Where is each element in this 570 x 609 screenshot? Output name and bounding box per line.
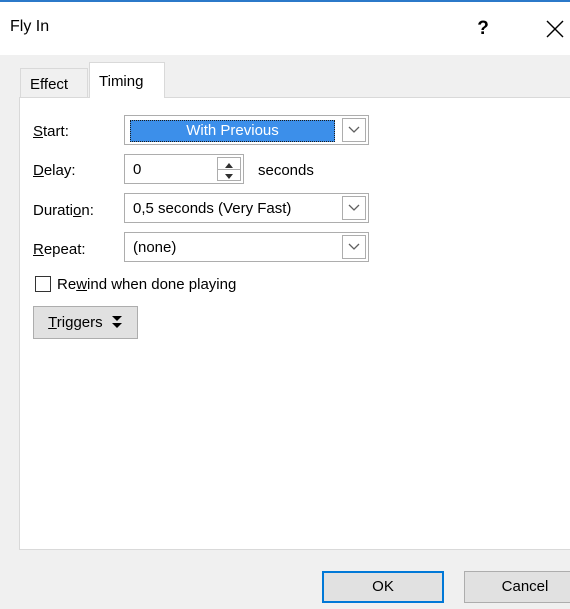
triggers-button[interactable]: Triggers (33, 306, 138, 339)
rewind-label[interactable]: Rewind when done playing (57, 276, 236, 293)
start-label-rest: tart: (43, 123, 69, 140)
delay-decrement-button[interactable] (218, 169, 240, 180)
repeat-combo[interactable]: (none) (124, 232, 369, 262)
delay-spinbox[interactable]: 0 (124, 154, 244, 184)
cancel-button[interactable]: Cancel (464, 571, 570, 603)
delay-value: 0 (133, 161, 142, 178)
duration-combo[interactable]: 0,5 seconds (Very Fast) (124, 193, 369, 223)
delay-stepper[interactable] (217, 157, 241, 181)
repeat-dropdown-button[interactable] (342, 235, 366, 259)
triggers-label-rest: riggers (56, 314, 103, 331)
delay-label: Delay: (33, 162, 76, 179)
window-title: Fly In (10, 18, 50, 35)
tab-effect[interactable]: Effect (20, 68, 88, 97)
rewind-checkbox[interactable] (35, 276, 51, 292)
duration-label: Duration: (33, 202, 94, 219)
chevron-down-icon (348, 204, 360, 211)
tab-timing[interactable]: Timing (89, 62, 165, 98)
start-selected-value: With Previous (130, 120, 335, 142)
close-icon (546, 20, 564, 38)
ok-button[interactable]: OK (322, 571, 444, 603)
double-chevron-down-icon (111, 316, 122, 328)
title-bar: Fly In ? (0, 0, 570, 55)
triggers-label: T (48, 314, 57, 331)
chevron-down-icon (348, 243, 360, 250)
close-button[interactable] (540, 14, 570, 44)
chevron-down-icon (348, 126, 360, 133)
repeat-value: (none) (133, 239, 177, 256)
repeat-label: Repeat: (33, 241, 86, 258)
start-dropdown-button[interactable] (342, 118, 366, 142)
help-button[interactable]: ? (468, 15, 498, 43)
start-label: Start: (33, 123, 69, 140)
triangle-down-icon (225, 174, 233, 179)
duration-value: 0,5 seconds (Very Fast) (133, 200, 292, 217)
delay-unit: seconds (258, 162, 314, 179)
start-combo[interactable]: With Previous (124, 115, 369, 145)
duration-dropdown-button[interactable] (342, 196, 366, 220)
